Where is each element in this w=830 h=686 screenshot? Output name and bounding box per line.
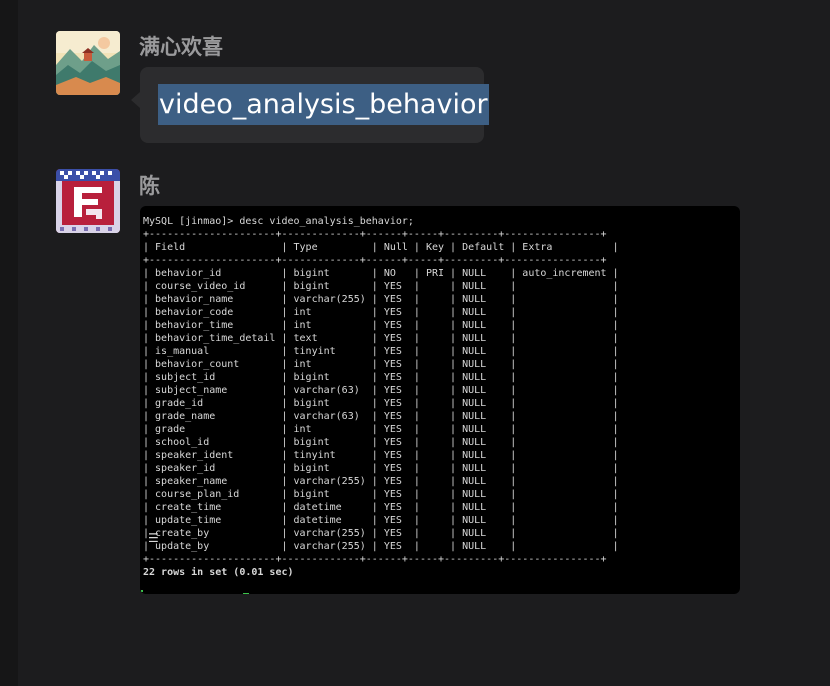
table-row: | course_plan_id | bigint | YES | | NULL…: [143, 489, 619, 500]
terminal-screenshot[interactable]: MySQL [jinmao]> desc video_analysis_beha…: [140, 206, 740, 594]
landscape-painting-icon: [56, 31, 120, 95]
table-row: | create_time | datetime | YES | | NULL …: [143, 502, 619, 513]
table-row: | create_by | varchar(255) | YES | | NUL…: [143, 528, 619, 539]
table-separator: +---------------------+-------------+---…: [143, 229, 607, 240]
table-row: | is_manual | tinyint | YES | | NULL | |: [143, 346, 619, 357]
terminal-cursor: [141, 590, 143, 592]
table-row: | update_time | datetime | YES | | NULL …: [143, 515, 619, 526]
table-row: | update_by | varchar(255) | YES | | NUL…: [143, 541, 619, 552]
table-row: | behavior_id | bigint | NO | PRI | NULL…: [143, 268, 619, 279]
table-row: | behavior_code | int | YES | | NULL | |: [143, 307, 619, 318]
pixel-art-icon: [56, 169, 120, 233]
sender-name: 陈: [139, 174, 160, 198]
table-row: | grade_name | varchar(63) | YES | | NUL…: [143, 411, 619, 422]
left-panel-edge: [0, 0, 18, 686]
table-row: | school_id | bigint | YES | | NULL | |: [143, 437, 619, 448]
scroll-handle-icon: ☰: [148, 531, 159, 545]
table-separator: +---------------------+-------------+---…: [143, 255, 607, 266]
table-row: | grade_id | bigint | YES | | NULL | |: [143, 398, 619, 409]
terminal-output: MySQL [jinmao]> desc video_analysis_beha…: [143, 215, 619, 579]
bubble-tail: [131, 92, 140, 108]
table-row: | speaker_ident | tinyint | YES | | NULL…: [143, 450, 619, 461]
table-row: | behavior_time | int | YES | | NULL | |: [143, 320, 619, 331]
sender-name: 满心欢喜: [139, 35, 223, 59]
table-row: | behavior_time_detail | text | YES | | …: [143, 333, 619, 344]
table-row: | course_video_id | bigint | YES | | NUL…: [143, 281, 619, 292]
message-text-selected[interactable]: video_analysis_behavior: [158, 84, 489, 125]
table-row: | behavior_count | int | YES | | NULL | …: [143, 359, 619, 370]
table-row: | subject_id | bigint | YES | | NULL | |: [143, 372, 619, 383]
result-summary: 22 rows in set (0.01 sec): [143, 567, 294, 578]
avatar[interactable]: [56, 31, 120, 95]
table-row: | speaker_name | varchar(255) | YES | | …: [143, 476, 619, 487]
avatar[interactable]: [56, 169, 120, 233]
terminal-cursor: [243, 593, 249, 594]
table-row: | grade | int | YES | | NULL | |: [143, 424, 619, 435]
terminal-command: MySQL [jinmao]> desc video_analysis_beha…: [143, 216, 414, 227]
table-row: | subject_name | varchar(63) | YES | | N…: [143, 385, 619, 396]
table-separator: +---------------------+-------------+---…: [143, 554, 607, 565]
table-header: | Field | Type | Null | Key | Default | …: [143, 242, 619, 253]
table-row: | speaker_id | bigint | YES | | NULL | |: [143, 463, 619, 474]
table-row: | behavior_name | varchar(255) | YES | |…: [143, 294, 619, 305]
